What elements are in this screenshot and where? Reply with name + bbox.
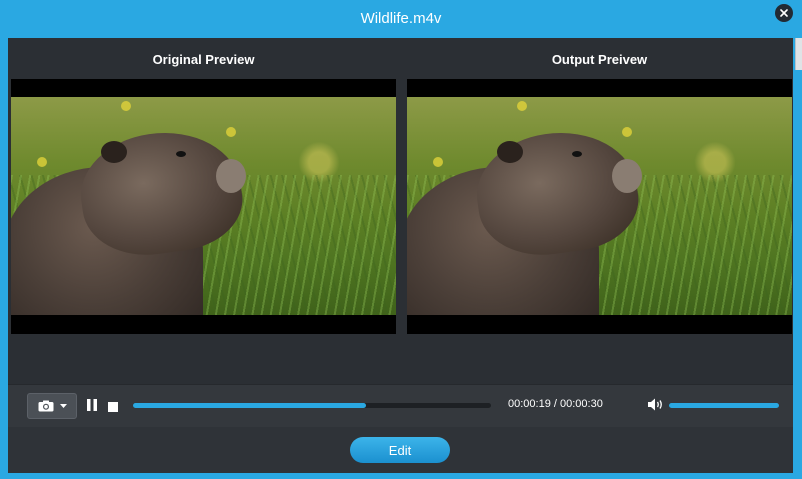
original-preview-pane — [11, 79, 396, 334]
output-preview-label: Output Preivew — [551, 52, 648, 67]
preview-area: Original Preview Output Preivew — [8, 38, 793, 384]
title-bar: Wildlife.m4v — [0, 0, 802, 38]
progress-slider[interactable] — [133, 403, 491, 408]
pause-button[interactable] — [87, 398, 97, 416]
volume-slider[interactable] — [669, 403, 779, 408]
chevron-down-icon — [59, 404, 67, 408]
pause-icon — [87, 399, 97, 411]
volume-icon — [648, 398, 662, 411]
playback-controls: 00:00:19 / 00:00:30 — [8, 384, 793, 427]
action-bar: Edit — [8, 427, 793, 473]
preview-window: Wildlife.m4v Original Preview Output Pre… — [0, 0, 802, 479]
window-title: Wildlife.m4v — [360, 10, 442, 27]
progress-fill — [133, 403, 366, 408]
volume-button[interactable] — [648, 398, 664, 416]
close-icon — [780, 9, 788, 17]
time-display: 00:00:19 / 00:00:30 — [508, 398, 603, 410]
camera-icon — [38, 400, 53, 412]
snapshot-button[interactable] — [27, 393, 77, 419]
original-preview-label: Original Preview — [152, 52, 255, 67]
close-button[interactable] — [775, 4, 793, 22]
original-video-frame — [11, 97, 396, 315]
stop-icon — [108, 402, 118, 412]
output-video-frame — [407, 97, 792, 315]
stop-button[interactable] — [108, 399, 118, 417]
volume-fill — [669, 403, 779, 408]
output-preview-pane — [407, 79, 792, 334]
content-area: Original Preview Output Preivew 00:00:19… — [8, 38, 793, 473]
edit-button[interactable]: Edit — [350, 437, 450, 463]
scrollbar[interactable] — [795, 38, 802, 70]
